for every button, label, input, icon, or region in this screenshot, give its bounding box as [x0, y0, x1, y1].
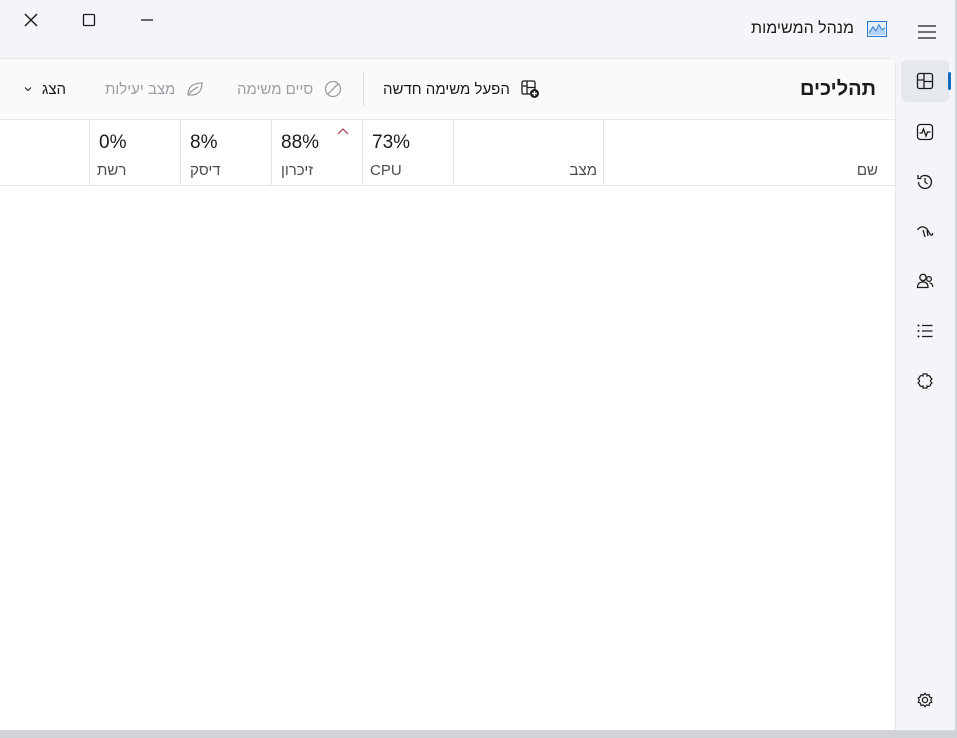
- leaf-icon: [187, 82, 204, 96]
- minimize-icon: [141, 19, 153, 21]
- view-dropdown[interactable]: הצג: [24, 73, 66, 105]
- column-label-disk: דיסק: [190, 162, 221, 179]
- column-header-disk[interactable]: 8% דיסק: [180, 120, 272, 185]
- nav-item-startup-apps[interactable]: [901, 210, 949, 252]
- memory-usage-value: 88%: [281, 132, 320, 153]
- startup-icon: [916, 226, 934, 238]
- nav-item-users[interactable]: [901, 260, 949, 302]
- nav-item-performance[interactable]: [901, 111, 949, 153]
- app-title: מנהל המשימות: [751, 20, 854, 37]
- run-new-task-button[interactable]: הפעל משימה חדשה: [383, 73, 540, 105]
- efficiency-mode-button[interactable]: מצב יעילות: [105, 73, 205, 105]
- chevron-down-icon: [24, 87, 32, 92]
- settings-gear-icon: [917, 692, 933, 708]
- column-label-network: רשת: [97, 162, 127, 179]
- end-task-label: סיים משימה: [237, 80, 314, 98]
- view-label: הצג: [42, 80, 67, 98]
- minimize-button[interactable]: [118, 0, 176, 40]
- process-table-header: שם מצב 73% CPU 88% זיכרון 8% דיסק 0% רשת: [0, 120, 895, 186]
- performance-icon: [916, 123, 934, 141]
- column-header-memory[interactable]: 88% זיכרון: [271, 120, 363, 185]
- run-new-task-icon: [521, 80, 539, 98]
- column-label-status: מצב: [569, 162, 597, 179]
- nav-item-processes[interactable]: [901, 60, 949, 102]
- navigation-menu-button[interactable]: [913, 18, 941, 46]
- processes-icon: [916, 72, 934, 90]
- processes-page: תהליכים הפעל משימה חדשה סיים משימה מצב י…: [0, 58, 896, 730]
- nav-item-app-history[interactable]: [901, 161, 949, 203]
- close-icon: [24, 13, 38, 27]
- sort-ascending-icon: [337, 128, 349, 135]
- column-label-memory: זיכרון: [281, 162, 314, 179]
- maximize-icon: [82, 13, 96, 27]
- nav-item-services[interactable]: [901, 360, 949, 402]
- toolbar-separator: [363, 72, 364, 106]
- cpu-usage-value: 73%: [372, 132, 411, 153]
- history-icon: [917, 174, 933, 190]
- maximize-button[interactable]: [60, 0, 118, 40]
- network-usage-value: 0%: [99, 132, 127, 153]
- active-nav-indicator: [948, 72, 951, 90]
- close-button[interactable]: [2, 0, 60, 40]
- column-header-name[interactable]: שם: [603, 120, 896, 185]
- nav-item-settings[interactable]: [901, 679, 949, 721]
- task-manager-app-icon: [867, 21, 887, 37]
- column-header-network[interactable]: 0% רשת: [89, 120, 181, 185]
- services-icon: [917, 373, 933, 389]
- task-manager-window: מנהל המשימות תהליכים הפעל משימה חדשה סיי…: [0, 0, 956, 731]
- disk-usage-value: 8%: [190, 132, 218, 153]
- run-new-task-label: הפעל משימה חדשה: [383, 80, 510, 98]
- nav-item-details[interactable]: [901, 310, 949, 352]
- users-icon: [916, 273, 934, 289]
- process-list: [0, 186, 895, 730]
- title-bar: מנהל המשימות: [0, 0, 955, 58]
- column-header-cpu[interactable]: 73% CPU: [362, 120, 454, 185]
- hamburger-menu-icon: [918, 25, 936, 39]
- efficiency-mode-label: מצב יעילות: [105, 80, 176, 98]
- prohibited-icon: [325, 80, 342, 98]
- command-bar: תהליכים הפעל משימה חדשה סיים משימה מצב י…: [0, 59, 895, 120]
- page-title: תהליכים: [799, 78, 876, 100]
- navigation-sidebar: [895, 58, 955, 730]
- column-header-status[interactable]: מצב: [453, 120, 604, 185]
- end-task-button[interactable]: סיים משימה: [237, 73, 343, 105]
- column-label-cpu: CPU: [370, 162, 402, 179]
- column-label-name: שם: [856, 162, 878, 179]
- details-list-icon: [917, 324, 933, 338]
